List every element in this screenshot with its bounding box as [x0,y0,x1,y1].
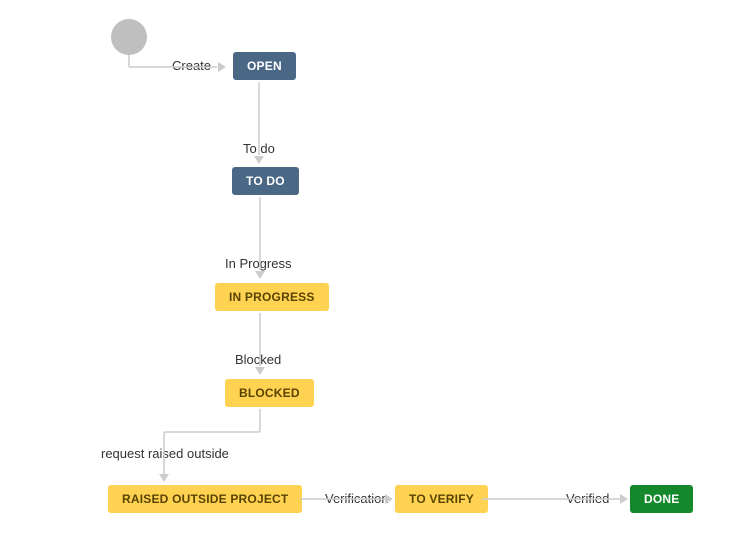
arrow-verified-icon [620,494,628,504]
state-to-verify[interactable]: TO VERIFY [395,485,488,513]
transition-inprogress-label: In Progress [225,256,291,271]
state-todo[interactable]: TO DO [232,167,299,195]
state-open[interactable]: OPEN [233,52,296,80]
connector-inprogress-blocked [0,0,743,556]
arrow-blocked-icon [255,367,265,375]
connector-raised-verify [0,0,743,556]
connector-todo-inprogress [0,0,743,556]
connector-start-create [0,0,743,556]
arrow-inprogress-icon [255,271,265,279]
transition-raised-label: request raised outside [101,446,229,461]
connector-open-todo [0,0,743,556]
state-raised-outside-project[interactable]: RAISED OUTSIDE PROJECT [108,485,302,513]
transition-create-label: Create [172,58,211,73]
arrow-raised-icon [159,474,169,482]
transition-todo-label: To do [243,141,275,156]
arrow-todo-icon [254,156,264,164]
connector-verify-done [0,0,743,556]
workflow-diagram: OPEN TO DO IN PROGRESS BLOCKED RAISED OU… [0,0,743,556]
state-done[interactable]: DONE [630,485,693,513]
state-in-progress[interactable]: IN PROGRESS [215,283,329,311]
arrow-create-icon [218,62,226,72]
connector-blocked-raised [0,0,743,556]
start-node [111,19,147,55]
transition-verified-label: Verified [566,491,609,506]
transition-verification-label: Verification [325,491,389,506]
state-blocked[interactable]: BLOCKED [225,379,314,407]
transition-blocked-label: Blocked [235,352,281,367]
arrow-verification-icon [385,494,393,504]
